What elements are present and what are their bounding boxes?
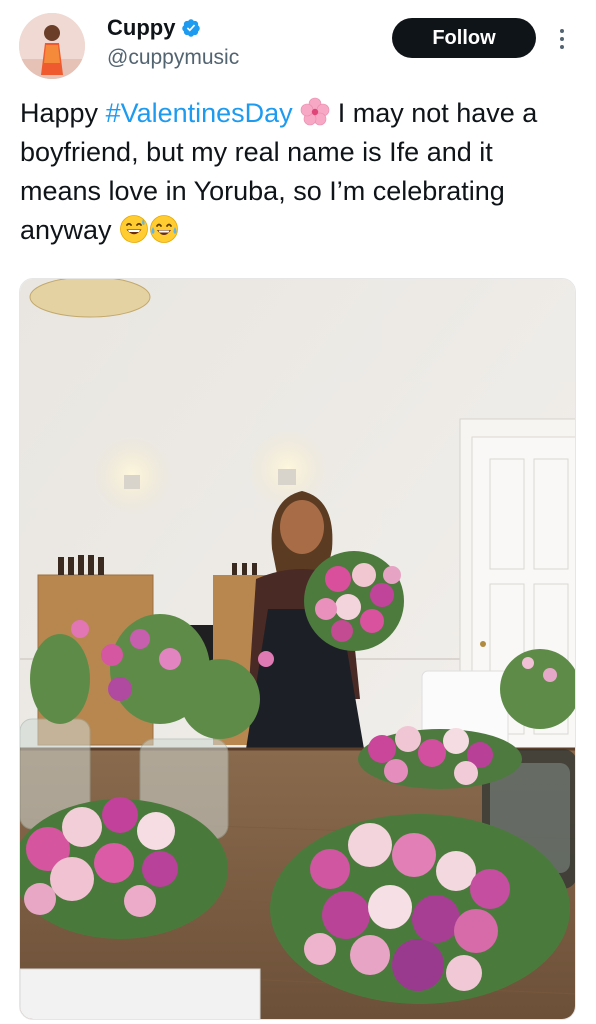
tweet-photo[interactable] xyxy=(19,278,576,1020)
tears-of-joy-emoji-icon xyxy=(149,214,179,244)
hashtag-link[interactable]: #ValentinesDay xyxy=(106,98,293,128)
display-name[interactable]: Cuppy xyxy=(107,14,201,42)
follow-button[interactable]: Follow xyxy=(392,18,536,58)
photo-scene xyxy=(20,279,575,1019)
verified-badge-icon xyxy=(181,18,201,38)
avatar[interactable] xyxy=(19,13,85,79)
avatar-image xyxy=(19,13,85,79)
grinning-sweat-emoji-icon xyxy=(119,214,149,244)
tweet-text-part1: Happy xyxy=(20,98,106,128)
cherry-blossom-emoji-icon xyxy=(300,97,330,127)
display-name-text: Cuppy xyxy=(107,15,176,40)
more-options-icon[interactable] xyxy=(552,24,572,54)
user-handle[interactable]: @cuppymusic xyxy=(107,45,239,71)
tweet-text: Happy #ValentinesDay I may not have a bo… xyxy=(20,94,576,250)
